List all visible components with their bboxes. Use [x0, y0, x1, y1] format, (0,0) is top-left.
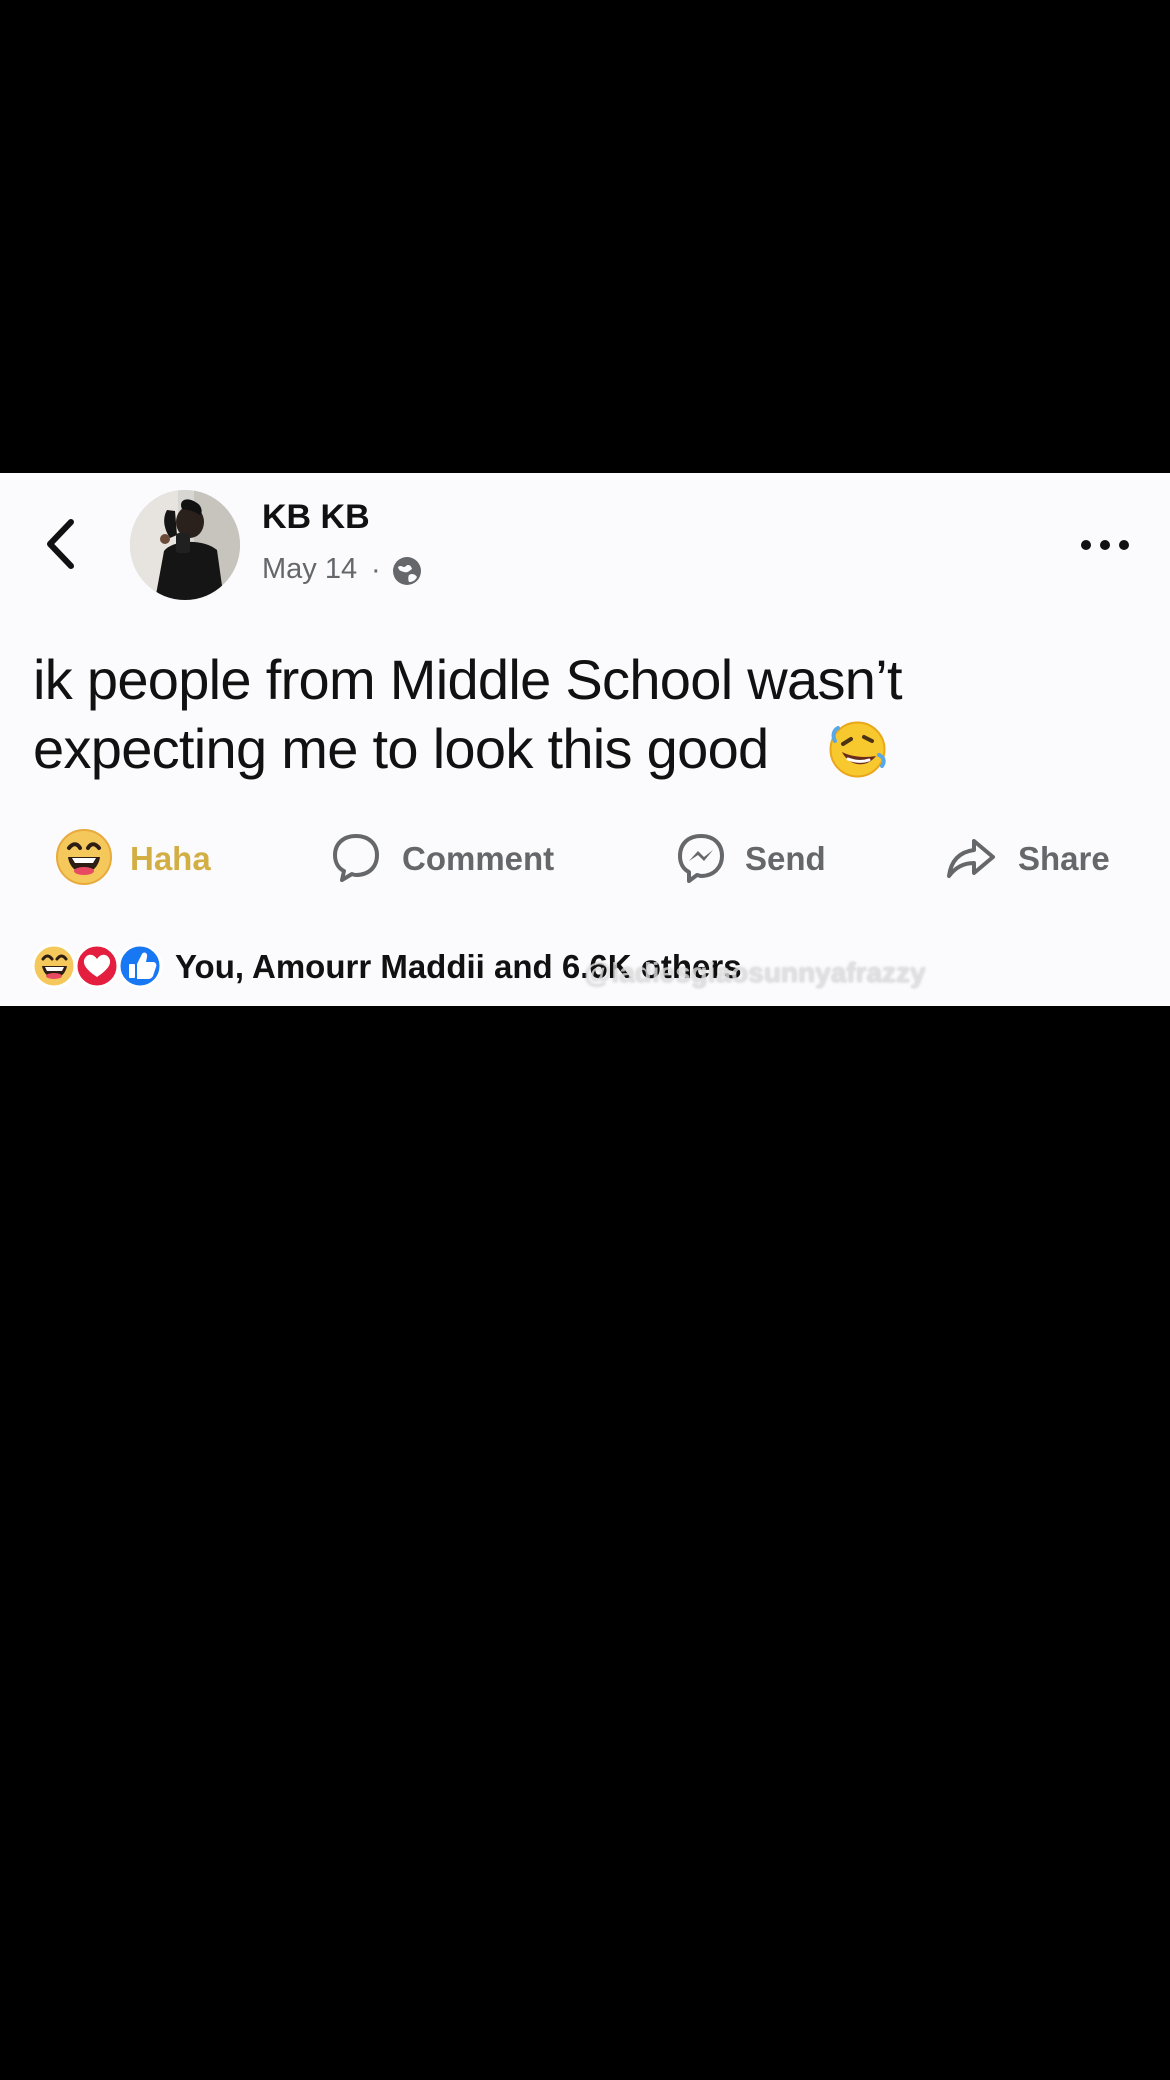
- back-button[interactable]: [36, 514, 88, 574]
- more-dot: [1081, 540, 1091, 550]
- screen: { "post": { "author": "KB KB", "date": "…: [0, 0, 1170, 2080]
- comment-icon: [333, 834, 379, 882]
- more-options-button[interactable]: [1076, 528, 1134, 562]
- profile-photo: [130, 490, 240, 600]
- like-reaction-icon: [117, 943, 163, 989]
- comment-button[interactable]: Comment: [327, 828, 562, 890]
- send-button[interactable]: Send: [672, 828, 837, 890]
- more-dot: [1100, 540, 1110, 550]
- post-date[interactable]: May 14: [262, 555, 357, 584]
- comment-label: Comment: [402, 840, 555, 877]
- date-separator: ·: [371, 554, 381, 586]
- haha-reaction-icon: [56, 829, 112, 885]
- messenger-icon: [678, 834, 724, 883]
- haha-label: Haha: [130, 840, 211, 877]
- reaction-icons[interactable]: [30, 942, 165, 990]
- avatar[interactable]: [130, 490, 240, 600]
- haha-reaction-icon: [31, 943, 77, 989]
- more-dot: [1119, 540, 1129, 550]
- rofl-emoji: [829, 721, 886, 778]
- share-icon: [947, 839, 995, 878]
- haha-button[interactable]: Haha: [55, 828, 225, 890]
- share-label: Share: [1018, 840, 1110, 877]
- globe-icon: [393, 557, 421, 585]
- watermark: @ladiesgiaosunnyafrazzy: [584, 957, 926, 988]
- chevron-left-icon: [47, 519, 74, 569]
- author-name[interactable]: KB KB: [262, 500, 370, 534]
- share-button[interactable]: Share: [943, 828, 1113, 890]
- love-reaction-icon: [74, 943, 120, 989]
- send-label: Send: [745, 840, 826, 877]
- post-text: ik people from Middle School wasn’t expe…: [33, 648, 903, 780]
